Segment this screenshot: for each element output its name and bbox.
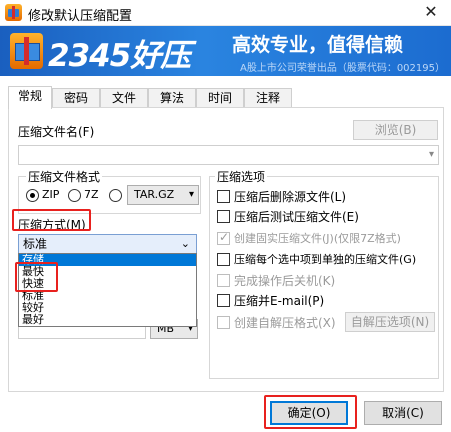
filename-input[interactable]: ▾ <box>18 145 439 165</box>
option-solid-archive: 创建固实压缩文件(J)(仅限7Z格式) <box>234 232 401 245</box>
window-title: 修改默认压缩配置 <box>28 9 133 24</box>
method-option-store[interactable]: 存储 <box>19 254 196 266</box>
checkbox-separate-archives[interactable] <box>217 253 230 266</box>
banner-slogan: 高效专业，值得信赖 <box>232 34 404 56</box>
method-dropdown-list: 存储 最快 快速 标准 较好 最好 <box>18 253 197 327</box>
sfx-options-button[interactable]: 自解压选项(N) <box>345 312 435 332</box>
method-option-fast[interactable]: 快速 <box>19 278 196 290</box>
banner-brand: 2345好压 <box>48 38 191 74</box>
checkbox-shutdown[interactable] <box>217 274 230 287</box>
format-select-value: TAR.GZ <box>134 188 175 201</box>
tab-files[interactable]: 文件 <box>100 88 148 108</box>
method-option-normal[interactable]: 标准 <box>19 290 196 302</box>
option-email: 压缩并E-mail(P) <box>234 294 325 308</box>
radio-zip[interactable] <box>26 189 39 202</box>
radio-7z[interactable] <box>68 189 81 202</box>
option-shutdown: 完成操作后关机(K) <box>234 274 336 288</box>
radio-zip-label: ZIP <box>42 188 60 201</box>
option-sfx: 创建自解压格式(X) <box>234 316 336 330</box>
method-option-best[interactable]: 最好 <box>19 314 196 326</box>
checkbox-sfx[interactable] <box>217 316 230 329</box>
brand-banner: 2345好压 高效专业，值得信赖 A股上市公司荣誉出品（股票代码：002195） <box>0 26 451 76</box>
options-group-title: 压缩选项 <box>215 168 268 185</box>
chevron-down-icon: ▾ <box>188 189 194 200</box>
ok-button[interactable]: 确定(O) <box>270 401 348 425</box>
cancel-button[interactable]: 取消(C) <box>364 401 442 425</box>
close-button[interactable]: ✕ <box>411 0 451 26</box>
checkbox-email[interactable] <box>217 294 230 307</box>
method-option-fastest[interactable]: 最快 <box>19 266 196 278</box>
checkbox-solid-archive[interactable] <box>217 230 230 245</box>
method-select[interactable]: 标准 ⌄ <box>18 234 197 254</box>
browse-button[interactable]: 浏览(B) <box>353 120 438 140</box>
option-delete-source: 压缩后删除源文件(L) <box>234 190 347 204</box>
option-separate-archives: 压缩每个选中项到单独的压缩文件(G) <box>234 253 417 266</box>
tab-comment[interactable]: 注释 <box>244 88 292 108</box>
checkbox-test-archive[interactable] <box>217 210 230 223</box>
radio-7z-label: 7Z <box>84 188 99 201</box>
chevron-down-icon: ⌄ <box>180 237 190 250</box>
filename-label: 压缩文件名(F) <box>18 125 95 139</box>
tab-password[interactable]: 密码 <box>52 88 100 108</box>
haozip-app-icon <box>5 4 22 21</box>
tab-time[interactable]: 时间 <box>196 88 244 108</box>
option-test-archive: 压缩后测试压缩文件(E) <box>234 210 359 224</box>
tab-algorithm[interactable]: 算法 <box>148 88 196 108</box>
chevron-down-icon[interactable]: ▾ <box>429 149 434 160</box>
method-select-value: 标准 <box>23 237 48 251</box>
haozip-logo-icon <box>10 33 43 69</box>
method-label: 压缩方式(M) <box>18 218 86 232</box>
format-select[interactable]: TAR.GZ ▾ <box>127 185 199 205</box>
checkbox-delete-source[interactable] <box>217 190 230 203</box>
tab-general[interactable]: 常规 <box>8 86 52 109</box>
format-group-title: 压缩文件格式 <box>26 168 103 185</box>
banner-subtitle: A股上市公司荣誉出品（股票代码：002195） <box>239 63 445 74</box>
radio-other-format[interactable] <box>109 189 122 202</box>
method-option-good[interactable]: 较好 <box>19 302 196 314</box>
title-bar: 修改默认压缩配置 ✕ <box>0 0 451 26</box>
